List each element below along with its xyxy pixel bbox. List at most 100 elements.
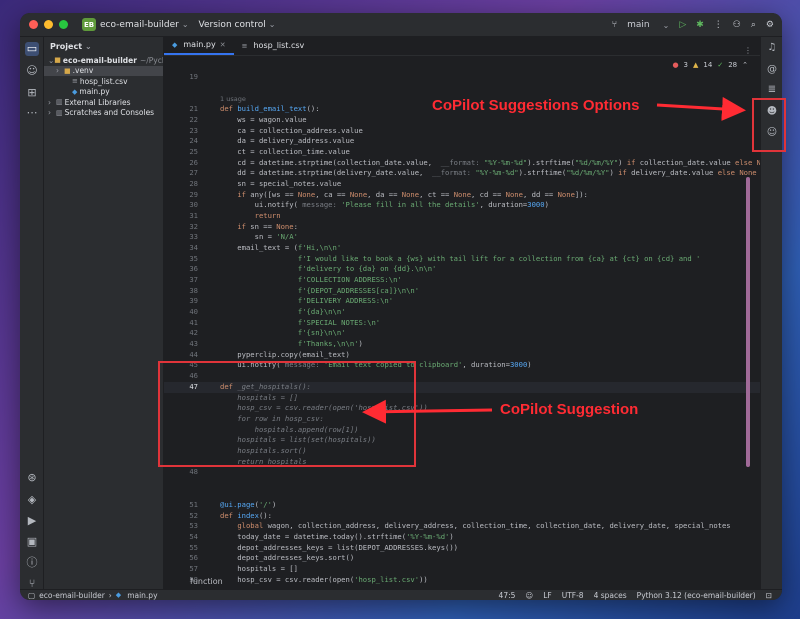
line-number: 23 bbox=[189, 125, 198, 135]
line-number: 26 bbox=[189, 157, 198, 167]
error-count: 3 bbox=[683, 61, 689, 69]
line-number: 56 bbox=[189, 553, 198, 562]
copilot-status-icon[interactable]: ☺ bbox=[525, 591, 533, 600]
maximize-window-button[interactable] bbox=[59, 20, 68, 29]
tab-label: hosp_list.csv bbox=[253, 41, 305, 50]
editor-scrollbar[interactable] bbox=[746, 177, 750, 467]
tab-hosp-list-csv[interactable]: ≡ hosp_list.csv bbox=[234, 36, 313, 55]
close-window-button[interactable] bbox=[29, 20, 38, 29]
line-number: 30 bbox=[189, 200, 198, 209]
user-icon[interactable]: ⚇ bbox=[733, 20, 741, 30]
ok-count: 28 bbox=[728, 61, 738, 69]
code-line: f'{sn}\n\n' bbox=[297, 328, 346, 337]
file-encoding[interactable]: UTF-8 bbox=[562, 591, 584, 600]
code-line: depot_addresses_keys = list(DEPOT_ADDRES… bbox=[220, 542, 458, 552]
line-number: 53 bbox=[189, 521, 198, 530]
terminal-icon[interactable]: ▣ bbox=[25, 535, 39, 549]
project-switcher[interactable]: eco-email-builder bbox=[100, 20, 179, 30]
line-number: 22 bbox=[189, 115, 198, 124]
tree-item[interactable]: › ■ .venv bbox=[44, 65, 163, 76]
tree-item[interactable]: › ▥ External Libraries bbox=[44, 97, 163, 108]
code-line: global wagon, collection_address, delive… bbox=[237, 521, 731, 530]
line-number: 21 bbox=[189, 104, 198, 113]
folder-icon: ■ bbox=[54, 56, 61, 65]
chevron-down-icon: ⌄ bbox=[85, 41, 92, 51]
line-separator[interactable]: LF bbox=[543, 591, 552, 600]
project-panel-header[interactable]: Project ⌄ bbox=[44, 37, 163, 55]
indent-setting[interactable]: 4 spaces bbox=[594, 591, 627, 600]
tree-item[interactable]: ⌄■eco-email-builder~/Pycharm bbox=[44, 55, 163, 66]
inspection-widget[interactable]: ● 3 ▲ 14 ✓ 28 ⌃ bbox=[672, 61, 748, 69]
chevron-up-icon[interactable]: ⌃ bbox=[742, 61, 748, 69]
python-interpreter[interactable]: Python 3.12 (eco-email-builder) bbox=[637, 591, 756, 600]
python-file-icon: ◆ bbox=[115, 591, 122, 599]
more-tools-icon[interactable]: ⋯ bbox=[25, 106, 39, 120]
line-number: 27 bbox=[189, 168, 198, 177]
line-number: 51 bbox=[189, 500, 198, 509]
python-packages-icon[interactable]: ⊛ bbox=[25, 471, 39, 485]
run-icon[interactable]: ▷ bbox=[679, 20, 686, 30]
chevron-right-icon[interactable]: › bbox=[48, 98, 56, 107]
minimize-window-button[interactable] bbox=[44, 20, 53, 29]
line-number: 36 bbox=[189, 264, 198, 273]
code-line: def index(): bbox=[220, 510, 272, 520]
chevron-right-icon: › bbox=[108, 590, 112, 600]
tabs-more-icon[interactable]: ⋮ bbox=[744, 46, 752, 55]
line-number: 38 bbox=[189, 285, 198, 295]
code-line: f'{da}\n\n' bbox=[297, 307, 346, 316]
debug-icon[interactable]: ✱ bbox=[696, 20, 704, 30]
line-number: 52 bbox=[189, 510, 198, 520]
code-line: f'SPECIAL NOTES:\n' bbox=[297, 317, 381, 327]
line-number: 25 bbox=[189, 147, 198, 156]
tree-item[interactable]: ◆ main.py bbox=[44, 87, 163, 98]
problems-icon[interactable]: ⓘ bbox=[25, 556, 39, 570]
structure-icon[interactable]: ⊞ bbox=[25, 86, 39, 100]
status-project[interactable]: eco-email-builder bbox=[39, 591, 105, 600]
database-icon[interactable]: ≣ bbox=[765, 83, 779, 97]
options-highlight-box bbox=[752, 98, 786, 152]
branch-selector[interactable]: main bbox=[627, 20, 650, 30]
code-line: def build_email_text(): bbox=[220, 104, 320, 113]
code-line: depot_addresses_keys.sort() bbox=[220, 553, 355, 562]
gear-icon[interactable]: ⚙ bbox=[766, 20, 774, 30]
chevron-right-icon[interactable]: › bbox=[48, 108, 56, 117]
code-line: email_text = (f'Hi,\n\n' bbox=[220, 243, 342, 252]
copilot-icon[interactable]: ☺ bbox=[25, 64, 39, 78]
close-icon[interactable]: ✕ bbox=[220, 41, 226, 49]
lock-icon[interactable]: ⊡ bbox=[766, 591, 772, 600]
tree-item[interactable]: › ▥ Scratches and Consoles bbox=[44, 108, 163, 119]
title-bar: EB eco-email-builder ⌄ Version control ⌄… bbox=[20, 13, 782, 37]
line-number: 55 bbox=[189, 542, 198, 552]
status-file[interactable]: main.py bbox=[127, 591, 157, 600]
line-number: 32 bbox=[189, 221, 198, 231]
more-icon[interactable]: ⋮ bbox=[714, 20, 723, 30]
tree-item-label: main.py bbox=[79, 87, 110, 97]
tab-main-py[interactable]: ◆ main.py ✕ bbox=[164, 36, 234, 55]
vcs-menu[interactable]: Version control bbox=[199, 20, 266, 30]
tree-item[interactable]: ≡ hosp_list.csv bbox=[44, 76, 163, 87]
at-icon[interactable]: @ bbox=[765, 63, 779, 77]
project-panel: Project ⌄ ⌄■eco-email-builder~/Pycharm›■… bbox=[44, 37, 164, 589]
code-line: pyperclip.copy(email_text) bbox=[220, 349, 350, 359]
notifications-icon[interactable]: ♫ bbox=[765, 41, 779, 55]
line-number: 29 bbox=[189, 189, 198, 199]
line-number: 39 bbox=[189, 296, 198, 305]
code-line: if any([ws == None, ca == None, da == No… bbox=[237, 189, 588, 199]
run-console-icon[interactable]: ▶ bbox=[25, 514, 39, 528]
line-number: 41 bbox=[189, 317, 198, 327]
code-line: hospitals = [] bbox=[220, 564, 298, 573]
code-line: dd = datetime.strptime(delivery_date.val… bbox=[220, 168, 757, 177]
code-line: f'I would like to book a {ws} with tail … bbox=[297, 253, 701, 263]
code-line: ws = wagon.value bbox=[220, 115, 307, 124]
folder-icon[interactable]: ▭ bbox=[25, 42, 39, 56]
project-badge[interactable]: EB bbox=[82, 18, 96, 31]
chevron-down-icon: ⌄ bbox=[181, 20, 189, 29]
code-context-breadcrumb[interactable]: function bbox=[190, 577, 223, 589]
search-icon[interactable]: ⌕ bbox=[751, 20, 756, 30]
code-line: ct = collection_time.value bbox=[220, 147, 350, 156]
chevron-right-icon[interactable]: › bbox=[56, 66, 64, 75]
branch-icon: ⑂ bbox=[611, 20, 618, 30]
folder-icon: ■ bbox=[64, 66, 71, 75]
layers-icon[interactable]: ◈ bbox=[25, 493, 39, 507]
cursor-position[interactable]: 47:5 bbox=[499, 591, 516, 600]
